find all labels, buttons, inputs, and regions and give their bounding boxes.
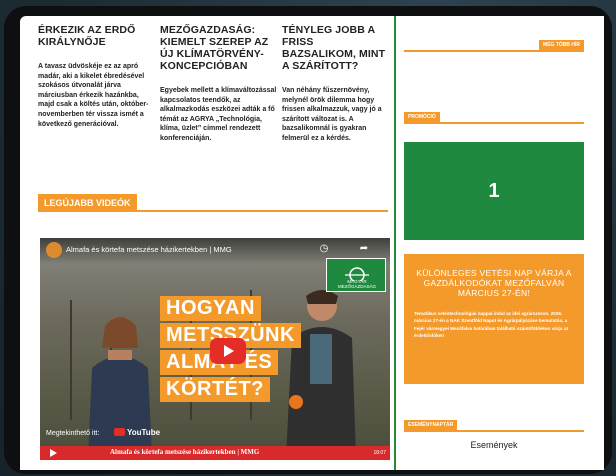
- promo-label: PROMÓCIÓ: [404, 112, 440, 123]
- article-title[interactable]: TÉNYLEG JOBB A FRISS BAZSALIKOM, MINT A …: [282, 24, 390, 72]
- article-excerpt: Van néhány fűszernövény, melynél örök di…: [282, 87, 382, 142]
- event-title[interactable]: KÜLÖNLEGES VETÉSI NAP VÁRJA A GAZDÁLKODÓ…: [414, 268, 574, 298]
- article-excerpt: A tavasz üdvöskéje ez az apró madár, aki…: [38, 63, 149, 128]
- tree-trunk: [70, 300, 72, 420]
- article-excerpt: Egyebek mellett a klímaváltozással kapcs…: [160, 87, 277, 142]
- promo-header: PROMÓCIÓ: [404, 112, 584, 124]
- play-icon[interactable]: [50, 449, 57, 457]
- video-bar-title[interactable]: Almafa és körtefa metszése házikertekben…: [110, 448, 259, 456]
- overlay-line: KÖRTÉT?: [160, 377, 270, 402]
- videos-section-label: LEGÚJABB VIDEÓK: [38, 194, 137, 212]
- events-calendar-label: ESEMÉNYNAPTÁR: [404, 420, 458, 431]
- sun-logo-icon: [345, 267, 369, 283]
- more-news-header: MÉG TÖBB HÍR: [404, 40, 584, 52]
- youtube-logo[interactable]: YouTube: [114, 428, 160, 437]
- video-duration: 18:07: [373, 450, 386, 456]
- promo-banner[interactable]: 1: [404, 142, 584, 240]
- channel-logo-icon[interactable]: [46, 242, 62, 258]
- sidebar: MÉG TÖBB HÍR PROMÓCIÓ 1 KÜLÖNLEGES VETÉS…: [398, 16, 604, 470]
- article-card[interactable]: MEZŐGAZDASÁG: KIEMELT SZEREP AZ ÚJ KLÍMA…: [160, 24, 278, 144]
- screen: ÉRKEZIK AZ ERDŐ KIRÁLYNŐJE A tavasz üdvö…: [20, 16, 604, 470]
- article-card[interactable]: TÉNYLEG JOBB A FRISS BAZSALIKOM, MINT A …: [282, 24, 390, 144]
- article-title[interactable]: MEZŐGAZDASÁG: KIEMELT SZEREP AZ ÚJ KLÍMA…: [160, 24, 278, 72]
- watch-on-label: Megtekinthető itt:: [46, 430, 100, 437]
- badge-text: MAGYAR MEZŐGAZDASÁG: [337, 279, 376, 289]
- overlay-line: HOGYAN: [160, 296, 261, 321]
- event-body: Tematikus vetéstechnológiai nappal indul…: [414, 311, 569, 339]
- column-divider: [394, 16, 396, 470]
- clock-icon[interactable]: ◷: [318, 243, 330, 255]
- article-title[interactable]: ÉRKEZIK AZ ERDŐ KIRÁLYNŐJE: [38, 24, 150, 48]
- channel-badge: MAGYAR MEZŐGAZDASÁG: [326, 258, 386, 292]
- promo-number: 1: [488, 180, 500, 202]
- events-header: ESEMÉNYNAPTÁR: [404, 420, 584, 432]
- more-news-link[interactable]: MÉG TÖBB HÍR: [539, 40, 584, 51]
- video-title-bar[interactable]: Almafa és körtefa metszése házikertekben…: [40, 446, 390, 460]
- event-card[interactable]: KÜLÖNLEGES VETÉSI NAP VÁRJA A GAZDÁLKODÓ…: [404, 254, 584, 384]
- video-top-title[interactable]: Almafa és körtefa metszése házikertekben…: [66, 245, 232, 254]
- article-card[interactable]: ÉRKEZIK AZ ERDŐ KIRÁLYNŐJE A tavasz üdvö…: [38, 24, 150, 129]
- videos-section-header: LEGÚJABB VIDEÓK: [38, 194, 388, 214]
- share-icon[interactable]: ➦: [358, 243, 370, 255]
- events-link[interactable]: Események: [404, 440, 584, 450]
- play-button[interactable]: [210, 338, 246, 364]
- video-embed[interactable]: Almafa és körtefa metszése házikertekben…: [40, 238, 390, 460]
- main-content: ÉRKEZIK AZ ERDŐ KIRÁLYNŐJE A tavasz üdvö…: [20, 16, 394, 470]
